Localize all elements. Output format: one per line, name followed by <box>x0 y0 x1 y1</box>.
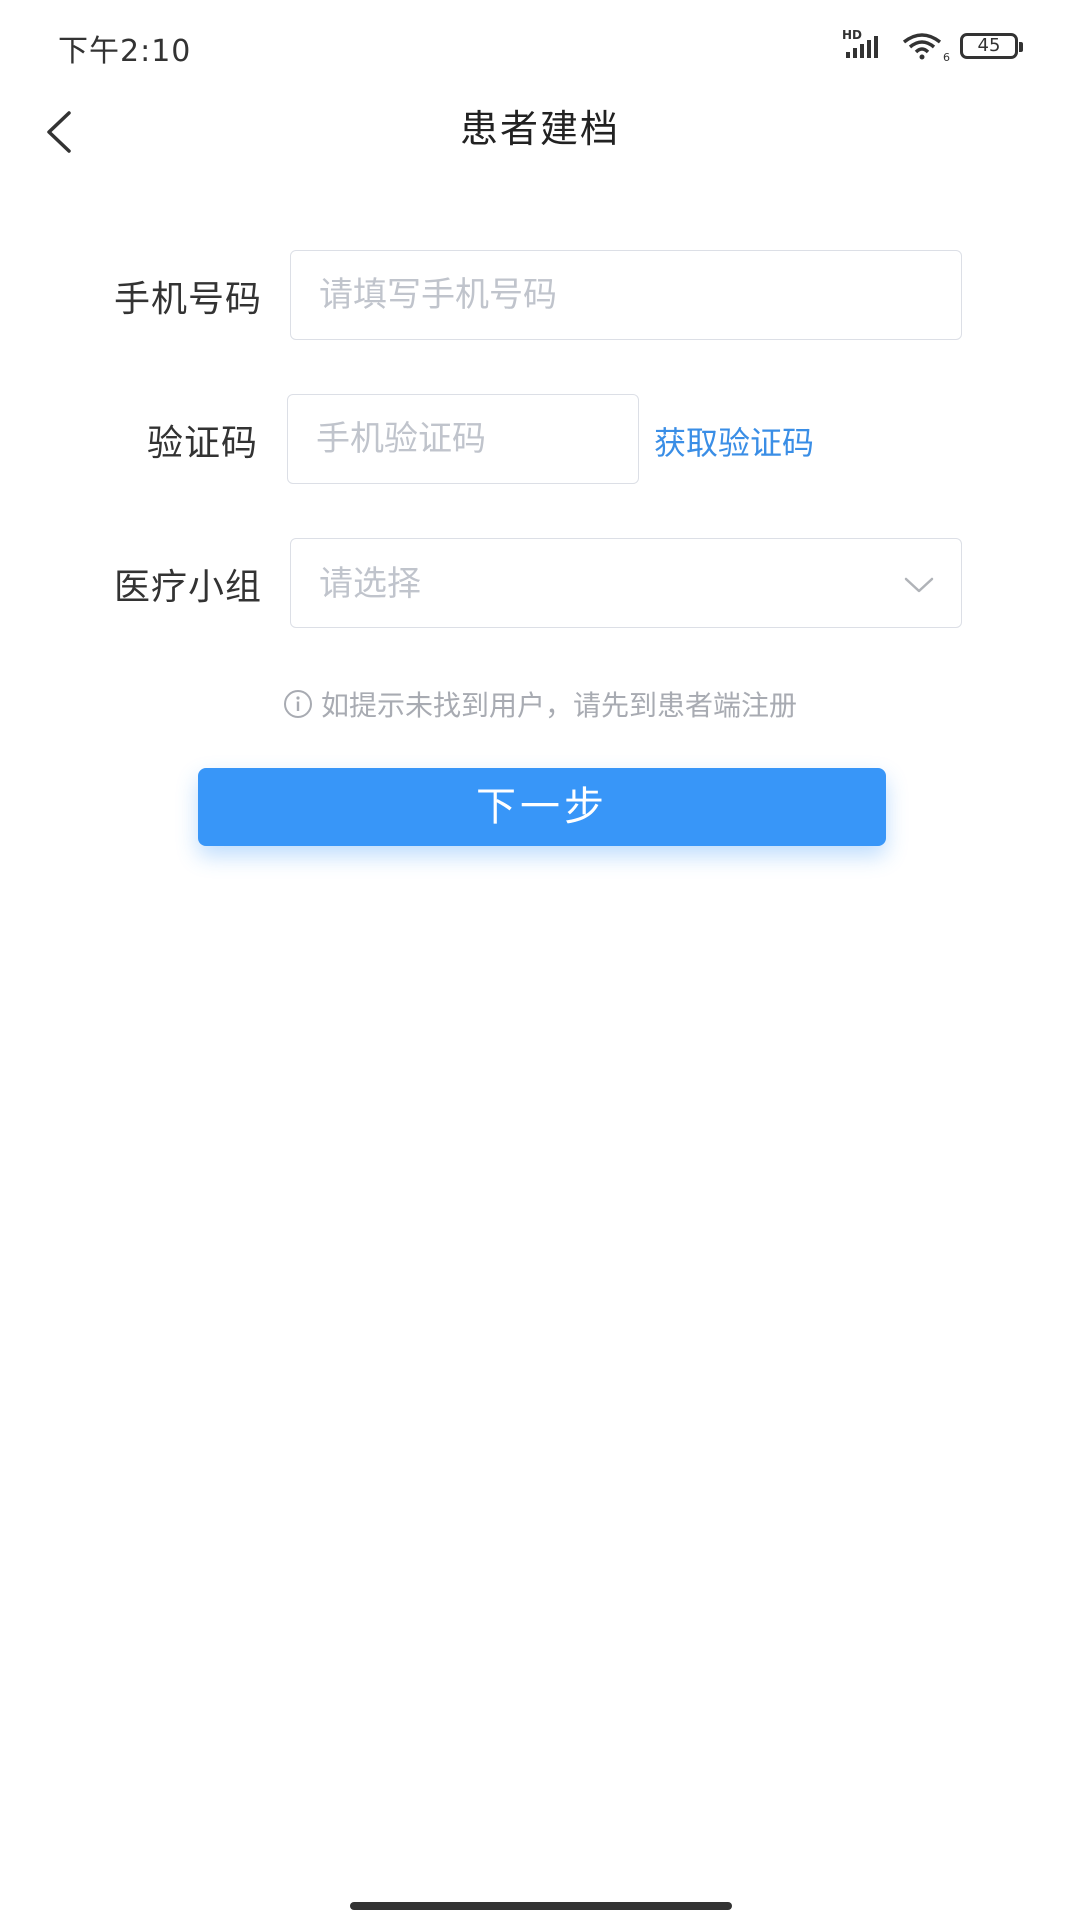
next-button[interactable]: 下一步 <box>198 768 886 846</box>
hint-text: 如提示未找到用户，请先到患者端注册 <box>320 689 797 722</box>
wifi-icon: 6 <box>902 32 950 64</box>
phone-label: 手机号码 <box>113 279 262 320</box>
group-select[interactable]: 请选择 <box>290 538 962 628</box>
status-icons: HD 6 45 <box>842 28 1023 64</box>
get-code-button[interactable]: 获取验证码 <box>654 418 814 464</box>
group-label: 医疗小组 <box>113 567 262 608</box>
code-label: 验证码 <box>146 423 258 464</box>
code-row: 验证码 获取验证码 <box>0 394 1080 484</box>
group-select-placeholder: 请选择 <box>319 564 421 604</box>
home-indicator <box>350 1902 732 1910</box>
nav-bar: 患者建档 <box>0 92 1080 188</box>
phone-field-box <box>290 250 962 340</box>
page-title: 患者建档 <box>459 107 620 151</box>
battery-icon: 45 <box>960 33 1023 59</box>
group-row: 医疗小组 请选择 <box>0 538 1080 628</box>
code-field-box <box>287 394 639 484</box>
hint: 如提示未找到用户，请先到患者端注册 <box>0 684 1080 724</box>
info-circle-icon <box>283 690 312 718</box>
status-time: 下午2:10 <box>58 34 192 69</box>
wifi-sub-label: 6 <box>943 51 950 64</box>
code-input[interactable] <box>316 395 618 483</box>
chevron-down-icon <box>904 577 934 593</box>
phone-input[interactable] <box>319 251 941 339</box>
phone-row: 手机号码 <box>0 250 1080 340</box>
status-bar: 下午2:10 HD 6 45 <box>0 0 1080 92</box>
signal-icon: HD <box>842 28 888 60</box>
